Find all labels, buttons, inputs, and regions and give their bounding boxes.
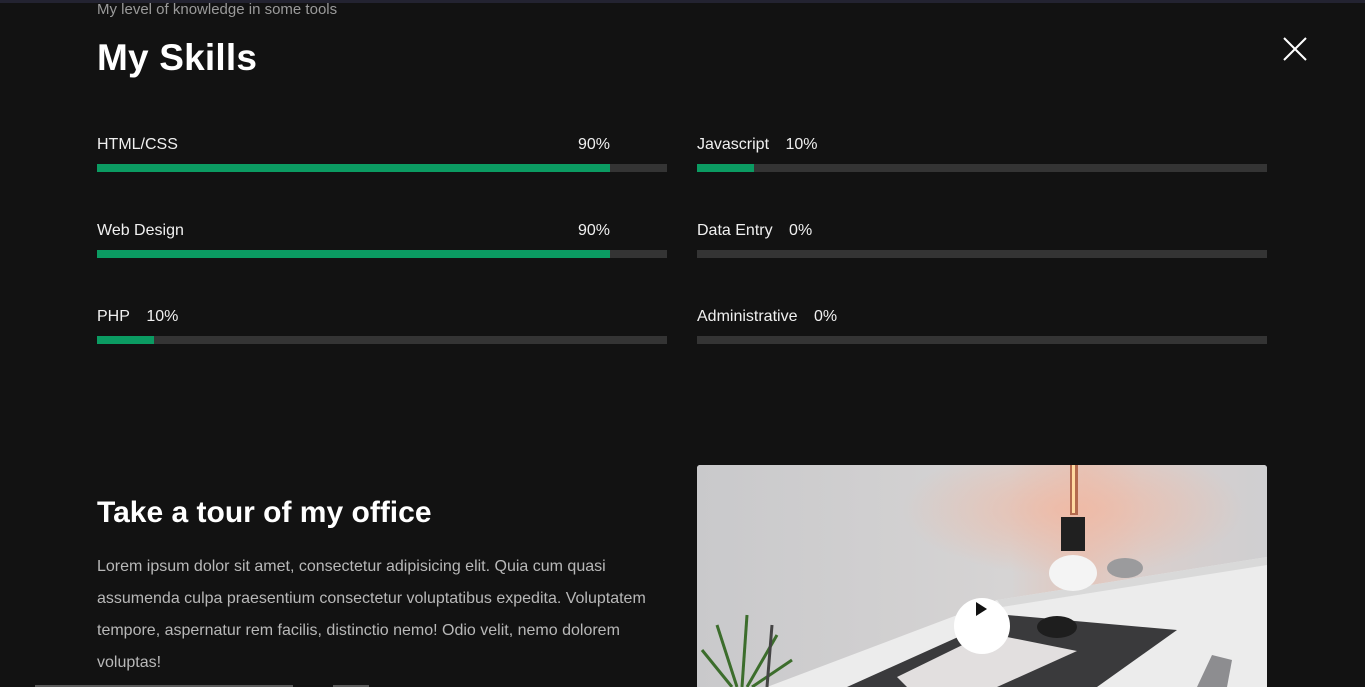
skills-column-left: HTML/CSS 90% Web Design 90% PHP 10% [97,135,667,393]
progress-track [697,164,1267,172]
skill-name: PHP [97,308,130,325]
skill-name: Administrative [697,308,798,325]
progress-track [97,250,667,258]
progress-fill [97,164,610,172]
progress-fill [97,336,154,344]
skill-percent: 90% [577,222,610,239]
skill-web-design: Web Design 90% [97,221,667,307]
play-button[interactable] [954,598,1010,654]
tour-description: Lorem ipsum dolor sit amet, consectetur … [97,558,646,671]
progress-track [697,250,1267,258]
skill-administrative: Administrative 0% [697,307,1267,393]
skill-name: HTML/CSS [97,136,178,153]
skill-percent: 10% [785,136,818,153]
skill-percent: 0% [813,308,838,325]
skill-name: Javascript [697,136,770,153]
skill-name: Web Design [97,222,184,239]
skill-data-entry: Data Entry 0% [697,221,1267,307]
progress-fill [697,164,754,172]
play-icon [976,602,987,616]
close-icon [1283,37,1307,61]
progress-track [97,164,667,172]
skill-percent: 10% [146,308,179,325]
skill-name: Data Entry [697,222,773,239]
skill-html-css: HTML/CSS 90% [97,135,667,221]
skill-percent: 0% [789,222,813,239]
tour-title: Take a tour of my office [97,496,432,529]
progress-track [697,336,1267,344]
skill-percent: 90% [577,136,610,153]
progress-track [97,336,667,344]
close-button[interactable] [1281,35,1309,63]
section-subtitle: My level of knowledge in some tools [97,1,338,18]
skill-php: PHP 10% [97,307,667,393]
skills-column-right: Javascript 10% Data Entry 0% Administrat… [697,135,1267,393]
page-title: My Skills [97,37,258,78]
progress-fill [97,250,610,258]
skill-javascript: Javascript 10% [697,135,1267,221]
